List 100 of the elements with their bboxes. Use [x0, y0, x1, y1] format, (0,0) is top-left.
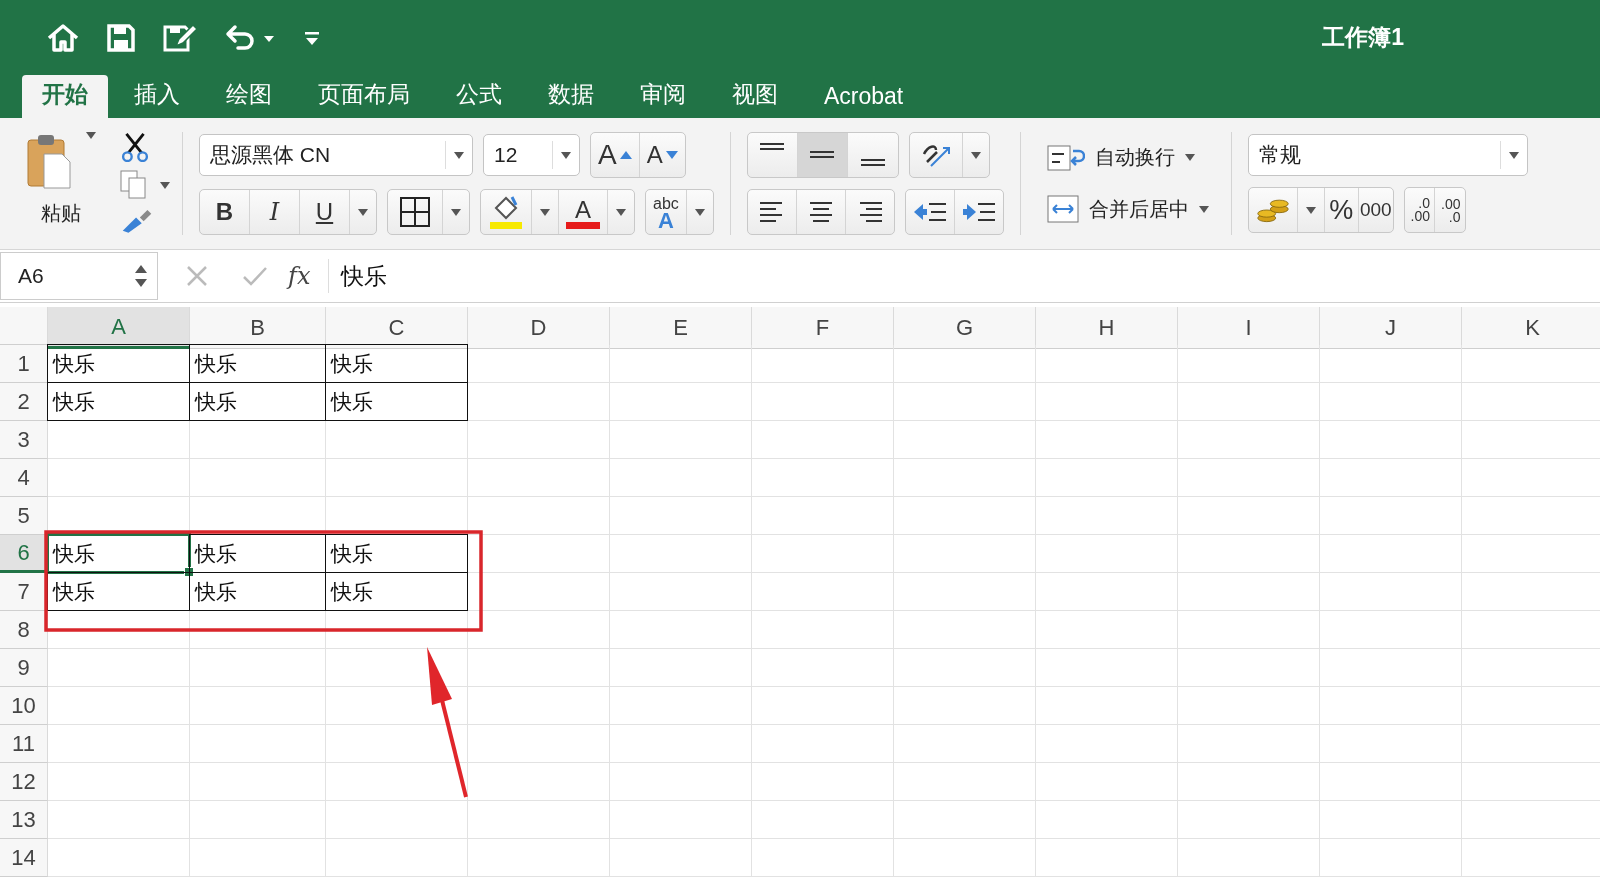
scissors-icon[interactable] — [120, 132, 150, 163]
column-header[interactable]: F — [752, 307, 894, 349]
font-size-dropdown[interactable]: 12 — [483, 134, 580, 176]
table-cell[interactable] — [610, 535, 752, 573]
table-cell[interactable] — [48, 611, 190, 649]
table-cell[interactable] — [610, 383, 752, 421]
table-cell[interactable] — [468, 763, 610, 801]
table-cell[interactable] — [1178, 801, 1320, 839]
font-name-dropdown[interactable]: 思源黑体 CN — [199, 134, 473, 176]
table-cell[interactable] — [48, 839, 190, 877]
column-header[interactable]: J — [1320, 307, 1462, 349]
row-header[interactable]: 12 — [0, 763, 48, 801]
table-cell[interactable] — [1036, 611, 1178, 649]
italic-button[interactable]: I — [250, 190, 300, 234]
table-cell[interactable] — [1178, 687, 1320, 725]
select-all-corner[interactable] — [0, 307, 48, 345]
table-cell[interactable]: 快乐 — [325, 534, 468, 573]
column-header[interactable]: A — [48, 307, 190, 349]
table-cell[interactable] — [610, 459, 752, 497]
table-cell[interactable] — [468, 725, 610, 763]
table-cell[interactable]: 快乐 — [47, 572, 190, 611]
table-cell[interactable] — [48, 687, 190, 725]
table-cell[interactable]: 快乐 — [325, 572, 468, 611]
table-cell[interactable] — [894, 497, 1036, 535]
table-cell[interactable] — [468, 649, 610, 687]
table-cell[interactable] — [1320, 421, 1462, 459]
table-cell[interactable] — [190, 649, 326, 687]
table-cell[interactable] — [610, 649, 752, 687]
table-cell[interactable] — [752, 535, 894, 573]
cancel-icon[interactable] — [186, 265, 208, 287]
table-cell[interactable] — [1036, 839, 1178, 877]
table-cell[interactable] — [326, 725, 468, 763]
name-box[interactable]: A6 — [0, 252, 158, 300]
table-cell[interactable] — [894, 687, 1036, 725]
column-header[interactable]: C — [326, 307, 468, 349]
percent-button[interactable]: % — [1324, 188, 1359, 232]
table-cell[interactable] — [1036, 725, 1178, 763]
table-cell[interactable] — [190, 801, 326, 839]
table-cell[interactable] — [894, 649, 1036, 687]
table-cell[interactable] — [48, 725, 190, 763]
ribbon-tab[interactable]: 插入 — [114, 75, 200, 118]
table-cell[interactable] — [1036, 801, 1178, 839]
table-cell[interactable]: 快乐 — [325, 344, 468, 383]
column-header[interactable]: B — [190, 307, 326, 349]
table-cell[interactable] — [190, 725, 326, 763]
underline-button[interactable]: U — [300, 190, 350, 234]
ribbon-tab[interactable]: 公式 — [436, 75, 522, 118]
ribbon-tab[interactable]: 绘图 — [206, 75, 292, 118]
row-header[interactable]: 9 — [0, 649, 48, 687]
table-cell[interactable] — [894, 383, 1036, 421]
column-header[interactable]: K — [1462, 307, 1600, 349]
number-format-dropdown[interactable]: 常规 — [1247, 134, 1528, 176]
table-cell[interactable] — [1178, 839, 1320, 877]
row-header[interactable]: 1 — [0, 345, 48, 383]
table-cell[interactable] — [752, 801, 894, 839]
table-cell[interactable] — [752, 345, 894, 383]
row-header[interactable]: 2 — [0, 383, 48, 421]
table-cell[interactable] — [1036, 649, 1178, 687]
table-cell[interactable] — [1178, 763, 1320, 801]
ribbon-tab[interactable]: 视图 — [712, 75, 798, 118]
table-cell[interactable] — [468, 497, 610, 535]
table-cell[interactable] — [1178, 573, 1320, 611]
table-cell[interactable] — [468, 801, 610, 839]
table-cell[interactable] — [752, 383, 894, 421]
table-cell[interactable] — [894, 801, 1036, 839]
row-header[interactable]: 3 — [0, 421, 48, 459]
table-cell[interactable] — [752, 839, 894, 877]
table-cell[interactable] — [468, 383, 610, 421]
fill-color-icon[interactable] — [488, 194, 524, 230]
table-cell[interactable] — [610, 497, 752, 535]
ribbon-tab[interactable]: 数据 — [528, 75, 614, 118]
table-cell[interactable] — [190, 763, 326, 801]
shrink-font-button[interactable]: A — [639, 133, 685, 177]
table-cell[interactable] — [468, 839, 610, 877]
table-cell[interactable] — [1178, 725, 1320, 763]
merge-center-button[interactable]: 合并后居中 — [1040, 194, 1215, 224]
row-header[interactable]: 8 — [0, 611, 48, 649]
wrap-text-button[interactable]: 自动换行 — [1040, 143, 1215, 172]
table-cell[interactable] — [894, 763, 1036, 801]
ribbon-tab[interactable]: Acrobat — [804, 79, 924, 118]
table-cell[interactable] — [752, 725, 894, 763]
table-cell[interactable] — [610, 801, 752, 839]
table-cell[interactable] — [1320, 497, 1462, 535]
column-header[interactable]: H — [1036, 307, 1178, 349]
increase-decimal-button[interactable]: .0 .00 — [1404, 188, 1435, 232]
table-cell[interactable] — [1320, 611, 1462, 649]
column-header[interactable]: E — [610, 307, 752, 349]
formula-input[interactable]: 快乐 — [328, 259, 1600, 293]
ribbon-tab[interactable]: 开始 — [22, 75, 108, 118]
table-cell[interactable] — [894, 573, 1036, 611]
table-cell[interactable] — [894, 611, 1036, 649]
row-header[interactable]: 4 — [0, 459, 48, 497]
table-cell[interactable] — [610, 573, 752, 611]
decrease-indent-icon[interactable] — [912, 201, 947, 223]
table-cell[interactable] — [1178, 535, 1320, 573]
table-cell[interactable] — [190, 421, 326, 459]
table-cell[interactable] — [1320, 573, 1462, 611]
grow-font-button[interactable]: A — [591, 133, 640, 177]
format-painter-icon[interactable] — [120, 208, 154, 235]
table-cell[interactable] — [610, 611, 752, 649]
